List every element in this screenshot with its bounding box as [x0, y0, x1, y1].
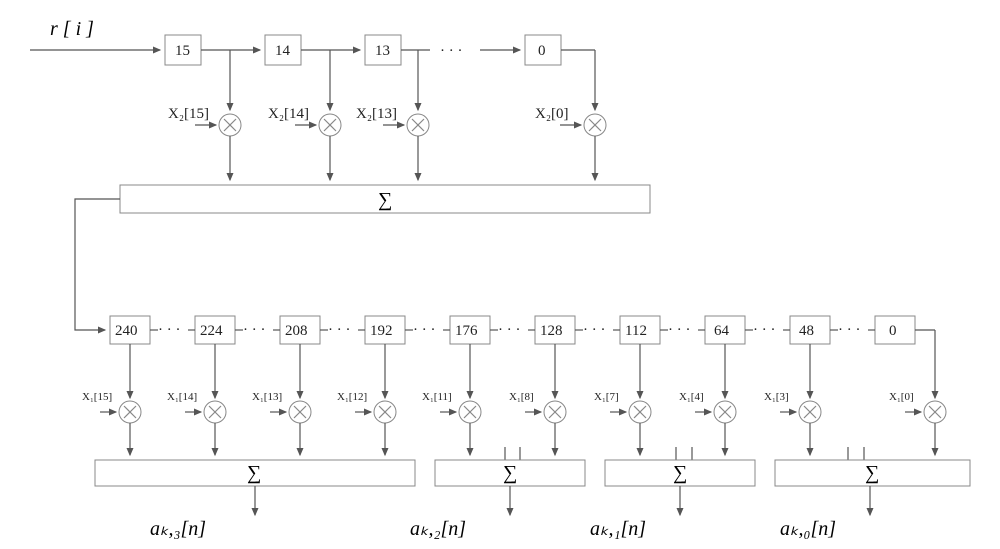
dots-b-4: · · ·: [498, 322, 521, 338]
svg-text:176: 176: [455, 323, 478, 339]
bot-reg-7: 64: [705, 316, 745, 344]
top-reg-3: 0: [525, 35, 561, 65]
input-label: r [ i ]: [50, 18, 94, 40]
coeff-bot-4: X₁[11]: [422, 391, 452, 403]
mult-bot-9: [924, 401, 946, 423]
mult-bot-2: [289, 401, 311, 423]
coeff-bot-8: X₁[3]: [764, 391, 789, 403]
coeff-bot-3: X₁[12]: [337, 391, 367, 403]
top-reg-0: 15: [165, 35, 201, 65]
svg-text:∑: ∑: [247, 462, 261, 484]
svg-text:192: 192: [370, 323, 393, 339]
svg-text:240: 240: [115, 323, 138, 339]
svg-text:∑: ∑: [503, 462, 517, 484]
svg-text:15: 15: [175, 43, 190, 59]
svg-text:48: 48: [799, 323, 814, 339]
output-0: aₖ,₀[n]: [780, 518, 836, 540]
bot-reg-5: 128: [535, 316, 575, 344]
mult-bot-3: [374, 401, 396, 423]
coeff-top-3: X₂[0]: [535, 106, 569, 122]
mult-bot-4: [459, 401, 481, 423]
coeff-bot-0: X₁[15]: [82, 391, 112, 403]
top-reg-1: 14: [265, 35, 301, 65]
svg-text:112: 112: [625, 323, 647, 339]
svg-text:13: 13: [375, 43, 390, 59]
dots-b-6: · · ·: [668, 322, 691, 338]
despreader-diagram: r [ i ] 15 14 13 · · · 0 X₂[15] X₂[14] X…: [0, 0, 1000, 549]
bot-reg-0: 240: [110, 316, 150, 344]
svg-text:0: 0: [538, 43, 546, 59]
svg-text:0: 0: [889, 323, 897, 339]
output-3: aₖ,₃[n]: [150, 518, 206, 540]
svg-text:∑: ∑: [673, 462, 687, 484]
dots-b-3: · · ·: [413, 322, 436, 338]
mult-top-2: [407, 114, 429, 136]
dots-b-2: · · ·: [328, 322, 351, 338]
dots-top: · · ·: [440, 43, 463, 59]
coeff-top-2: X₂[13]: [356, 106, 397, 122]
svg-text:224: 224: [200, 323, 223, 339]
coeff-top-0: X₂[15]: [168, 106, 209, 122]
svg-text:128: 128: [540, 323, 563, 339]
output-2: aₖ,₂[n]: [410, 518, 466, 540]
sum-top-label: ∑: [378, 189, 392, 211]
coeff-bot-5: X₁[8]: [509, 391, 534, 403]
svg-text:64: 64: [714, 323, 730, 339]
mult-bot-7: [714, 401, 736, 423]
coeff-bot-2: X₁[13]: [252, 391, 282, 403]
svg-text:∑: ∑: [865, 462, 879, 484]
mult-bot-0: [119, 401, 141, 423]
mult-bot-6: [629, 401, 651, 423]
mult-bot-8: [799, 401, 821, 423]
dots-b-0: · · ·: [158, 322, 181, 338]
coeff-top-1: X₂[14]: [268, 106, 309, 122]
bot-reg-1: 224: [195, 316, 235, 344]
bot-reg-6: 112: [620, 316, 660, 344]
bot-reg-9: 0: [875, 316, 915, 344]
bot-reg-8: 48: [790, 316, 830, 344]
dots-b-1: · · ·: [243, 322, 266, 338]
top-reg-2: 13: [365, 35, 401, 65]
dots-b-7: · · ·: [753, 322, 776, 338]
mult-top-1: [319, 114, 341, 136]
coeff-bot-1: X₁[14]: [167, 391, 197, 403]
bot-reg-3: 192: [365, 316, 405, 344]
coeff-bot-6: X₁[7]: [594, 391, 619, 403]
mult-bot-5: [544, 401, 566, 423]
dots-b-5: · · ·: [583, 322, 606, 338]
mult-bot-1: [204, 401, 226, 423]
bot-reg-2: 208: [280, 316, 320, 344]
mult-top-3: [584, 114, 606, 136]
svg-text:208: 208: [285, 323, 308, 339]
dots-b-8: · · ·: [838, 322, 861, 338]
feed-stage1-to-stage2: [75, 199, 120, 330]
bot-reg-4: 176: [450, 316, 490, 344]
coeff-bot-9: X₁[0]: [889, 391, 914, 403]
coeff-bot-7: X₁[4]: [679, 391, 704, 403]
mult-top-0: [219, 114, 241, 136]
svg-text:14: 14: [275, 43, 291, 59]
output-1: aₖ,₁[n]: [590, 518, 646, 540]
